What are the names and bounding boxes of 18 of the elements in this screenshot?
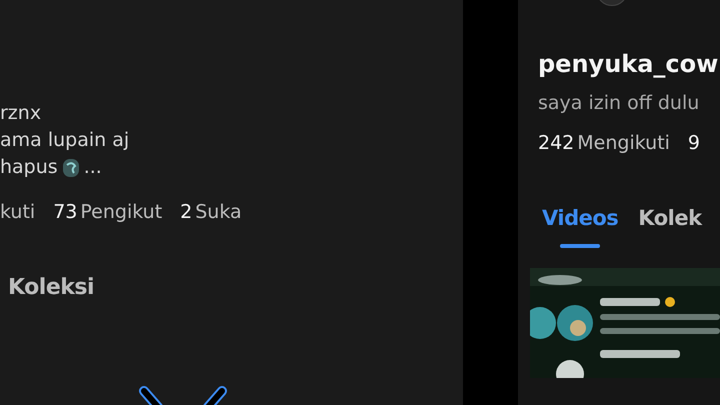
ellipsis: ... — [84, 155, 102, 180]
tab[interactable]: Koleksi — [8, 275, 94, 300]
stat-label[interactable]: Mengikuti — [577, 132, 670, 154]
tab[interactable]: Videos — [542, 206, 618, 230]
username: rznx — [0, 101, 42, 126]
bio-text: ama lupain aj — [0, 128, 130, 153]
stat-label[interactable]: kuti — [0, 201, 36, 223]
emoji-icon — [62, 158, 80, 178]
stat-label[interactable]: Pengikut — [80, 201, 162, 223]
stat-number: 73 — [53, 201, 78, 223]
tab[interactable]: Kolek — [638, 206, 702, 230]
stat-number: 242 — [538, 132, 574, 154]
bio-text: hapus — [0, 155, 58, 180]
bio-text: saya izin off dulu — [538, 92, 700, 114]
stat-label[interactable]: Suka — [195, 201, 242, 223]
stat-number: 2 — [180, 201, 192, 223]
stat-number: 9 — [688, 132, 700, 154]
username: penyuka_cow — [538, 50, 718, 78]
